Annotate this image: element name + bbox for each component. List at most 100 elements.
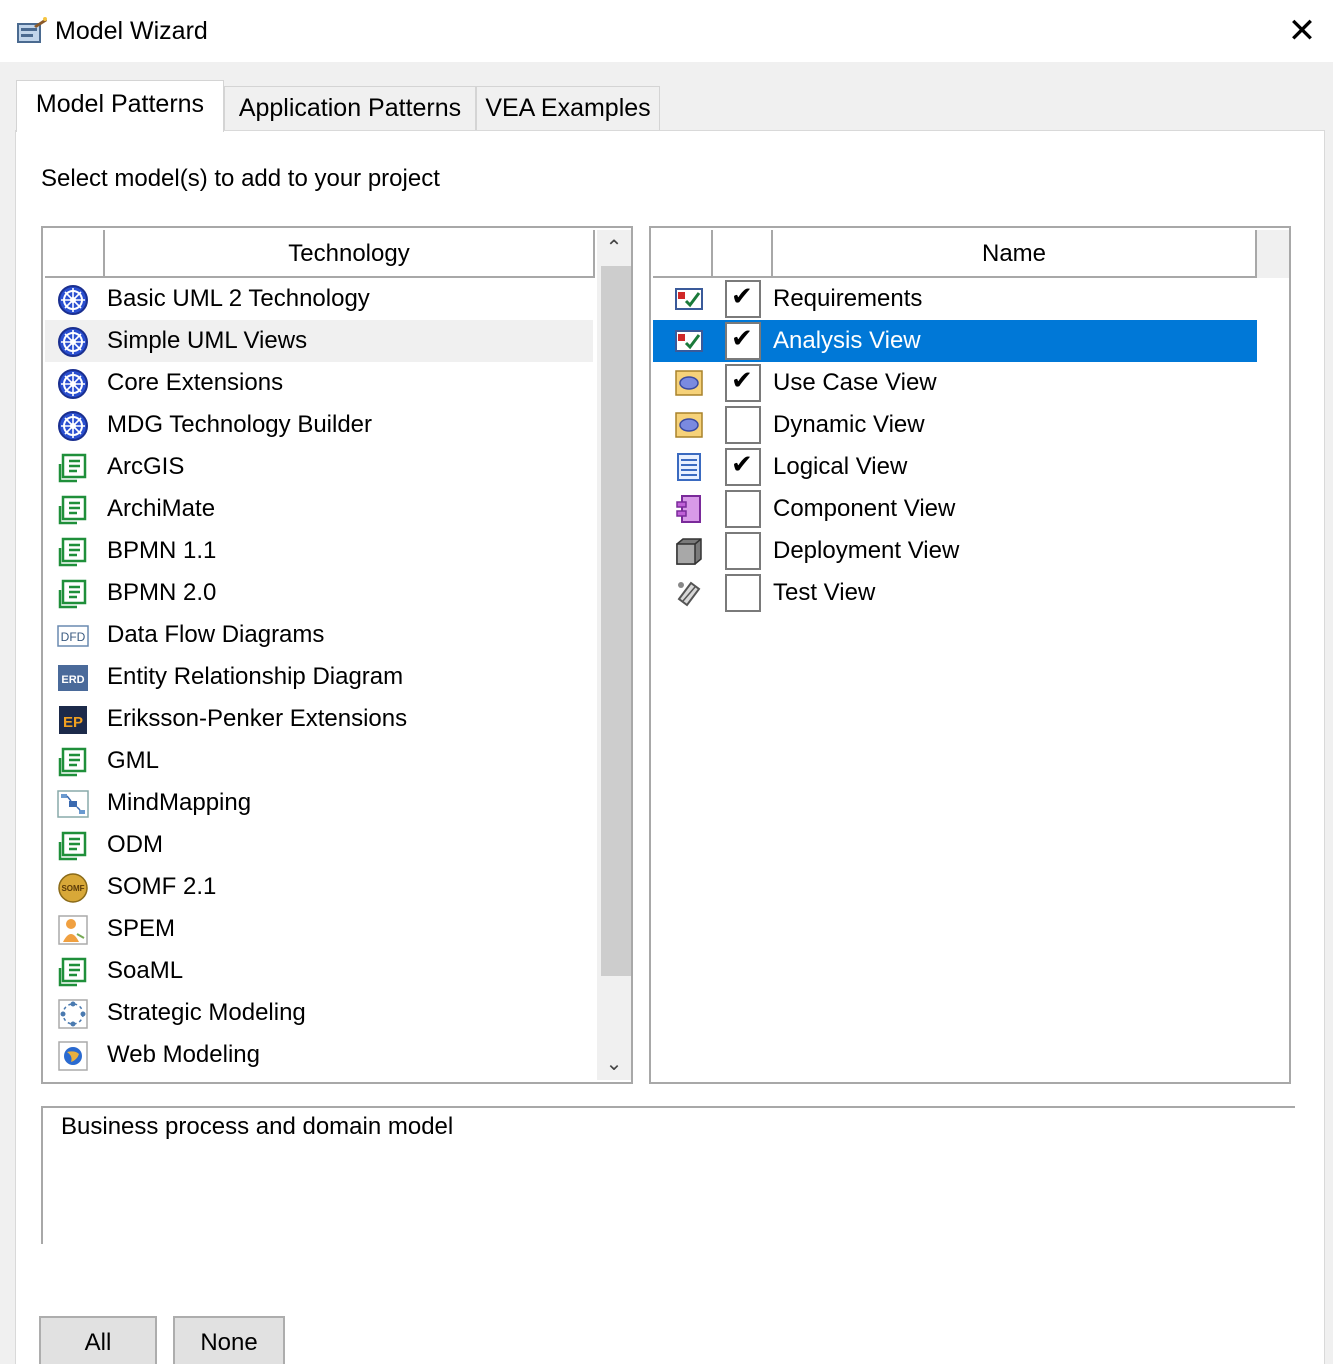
model-item-label: Logical View	[773, 453, 908, 480]
title-bar: Model Wizard ✕	[0, 0, 1333, 62]
scroll-down-button[interactable]: ⌄	[597, 1046, 631, 1080]
technology-item-label: ArchiMate	[107, 495, 216, 522]
model-item-label: Test View	[773, 579, 876, 606]
model-list-item[interactable]: Deployment View	[653, 530, 1257, 572]
include-checkbox[interactable]: ✔	[725, 448, 761, 486]
strategic-icon	[57, 998, 89, 1030]
technology-item-label: BPMN 1.1	[107, 537, 217, 564]
technology-list-item[interactable]: ERD Entity Relationship Diagram	[45, 656, 593, 698]
technology-list-item[interactable]: GML	[45, 740, 593, 782]
technology-list-item[interactable]: ArcGIS	[45, 446, 593, 488]
checkmark-icon: ✔	[731, 450, 753, 480]
model-item-label: Deployment View	[773, 537, 960, 564]
model-name-list[interactable]: Name ✔ Requirements ✔ Analysis View ✔ Use Cas…	[649, 226, 1291, 1084]
technology-item-label: Core Extensions	[107, 369, 284, 396]
model-list-item[interactable]: Test View	[653, 572, 1257, 614]
svg-text:ERD: ERD	[61, 674, 84, 686]
technology-item-label: SPEM	[107, 915, 176, 942]
window-title: Model Wizard	[55, 17, 208, 45]
wizard-app-icon	[16, 16, 48, 46]
technology-list-item[interactable]: ArchiMate	[45, 488, 593, 530]
model-item-label: Requirements	[773, 285, 923, 312]
uml-globe-icon	[57, 368, 89, 400]
vertical-scrollbar[interactable]: ⌃ ⌄	[597, 230, 631, 1080]
model-item-label: Use Case View	[773, 369, 937, 396]
mdg-technology-icon	[57, 746, 89, 778]
technology-list-item[interactable]: Basic UML 2 Technology	[45, 278, 593, 320]
close-button[interactable]: ✕	[1271, 0, 1333, 62]
mindmap-icon	[57, 788, 89, 820]
technology-item-label: Basic UML 2 Technology	[107, 285, 370, 312]
include-checkbox[interactable]	[725, 406, 761, 444]
model-list-item[interactable]: Dynamic View	[653, 404, 1257, 446]
close-icon: ✕	[1287, 12, 1317, 50]
use-case-icon	[673, 367, 705, 399]
model-list-item[interactable]: Component View	[653, 488, 1257, 530]
tab-application-patterns[interactable]: Application Patterns	[224, 86, 476, 131]
test-icon	[673, 577, 705, 609]
technology-list[interactable]: Technology Basic UML 2 Technology Simple …	[41, 226, 633, 1084]
mdg-technology-icon	[57, 536, 89, 568]
technology-list-item[interactable]: Web Modeling	[45, 1034, 593, 1076]
select-all-button[interactable]: All	[39, 1316, 157, 1364]
technology-list-item[interactable]: EP Eriksson-Penker Extensions	[45, 698, 593, 740]
technology-item-label: SOMF 2.1	[107, 873, 217, 900]
header-check-column	[713, 230, 773, 278]
mdg-technology-icon	[57, 578, 89, 610]
technology-list-item[interactable]: Strategic Modeling	[45, 992, 593, 1034]
scroll-thumb[interactable]	[601, 266, 631, 976]
technology-list-item[interactable]: BPMN 2.0	[45, 572, 593, 614]
header-icon-column	[653, 230, 713, 278]
technology-list-item[interactable]: SPEM	[45, 908, 593, 950]
model-list-item[interactable]: ✔ Use Case View	[653, 362, 1257, 404]
technology-list-item[interactable]: SOMF SOMF 2.1	[45, 866, 593, 908]
select-none-button[interactable]: None	[173, 1316, 285, 1364]
name-column-header[interactable]: Name	[773, 230, 1257, 278]
technology-item-label: ArcGIS	[107, 453, 185, 480]
uml-globe-icon	[57, 410, 89, 442]
technology-list-item[interactable]: Core Extensions	[45, 362, 593, 404]
include-checkbox[interactable]: ✔	[725, 280, 761, 318]
include-checkbox[interactable]: ✔	[725, 364, 761, 402]
scroll-up-button[interactable]: ⌃	[597, 230, 631, 264]
technology-item-label: Data Flow Diagrams	[107, 621, 325, 648]
mdg-technology-icon	[57, 494, 89, 526]
model-list-item[interactable]: ✔ Logical View	[653, 446, 1257, 488]
model-list-item[interactable]: ✔ Requirements	[653, 278, 1257, 320]
mdg-technology-icon	[57, 830, 89, 862]
svg-text:DFD: DFD	[61, 630, 86, 644]
spem-icon	[57, 914, 89, 946]
include-checkbox[interactable]: ✔	[725, 322, 761, 360]
technology-item-label: Entity Relationship Diagram	[107, 663, 404, 690]
technology-item-label: BPMN 2.0	[107, 579, 217, 606]
uml-globe-icon	[57, 284, 89, 316]
component-icon	[673, 493, 705, 525]
technology-list-item[interactable]: SoaML	[45, 950, 593, 992]
technology-list-item[interactable]: Simple UML Views	[45, 320, 593, 362]
somf-icon: SOMF	[57, 872, 89, 904]
technology-column-header[interactable]: Technology	[105, 230, 595, 278]
technology-list-item[interactable]: MindMapping	[45, 782, 593, 824]
tab-vea-examples[interactable]: VEA Examples	[476, 86, 660, 131]
tab-label: VEA Examples	[485, 94, 651, 122]
include-checkbox[interactable]	[725, 490, 761, 528]
technology-list-item[interactable]: ODM	[45, 824, 593, 866]
technology-list-item[interactable]: MDG Technology Builder	[45, 404, 593, 446]
logical-icon	[673, 451, 705, 483]
checkmark-icon: ✔	[731, 282, 753, 312]
tab-model-patterns[interactable]: Model Patterns	[16, 80, 224, 132]
requirements-icon	[673, 325, 705, 357]
technology-item-label: ODM	[107, 831, 163, 858]
instruction-label: Select model(s) to add to your project	[41, 165, 440, 192]
model-item-label: Component View	[773, 495, 956, 522]
include-checkbox[interactable]	[725, 574, 761, 612]
header-filler	[1257, 230, 1289, 278]
technology-list-item[interactable]: DFD Data Flow Diagrams	[45, 614, 593, 656]
model-list-item[interactable]: ✔ Analysis View	[653, 320, 1257, 362]
mdg-technology-icon	[57, 956, 89, 988]
name-list-header: Name	[653, 230, 1257, 278]
technology-item-label: SoaML	[107, 957, 184, 984]
technology-list-item[interactable]: BPMN 1.1	[45, 530, 593, 572]
uml-globe-icon	[57, 326, 89, 358]
include-checkbox[interactable]	[725, 532, 761, 570]
